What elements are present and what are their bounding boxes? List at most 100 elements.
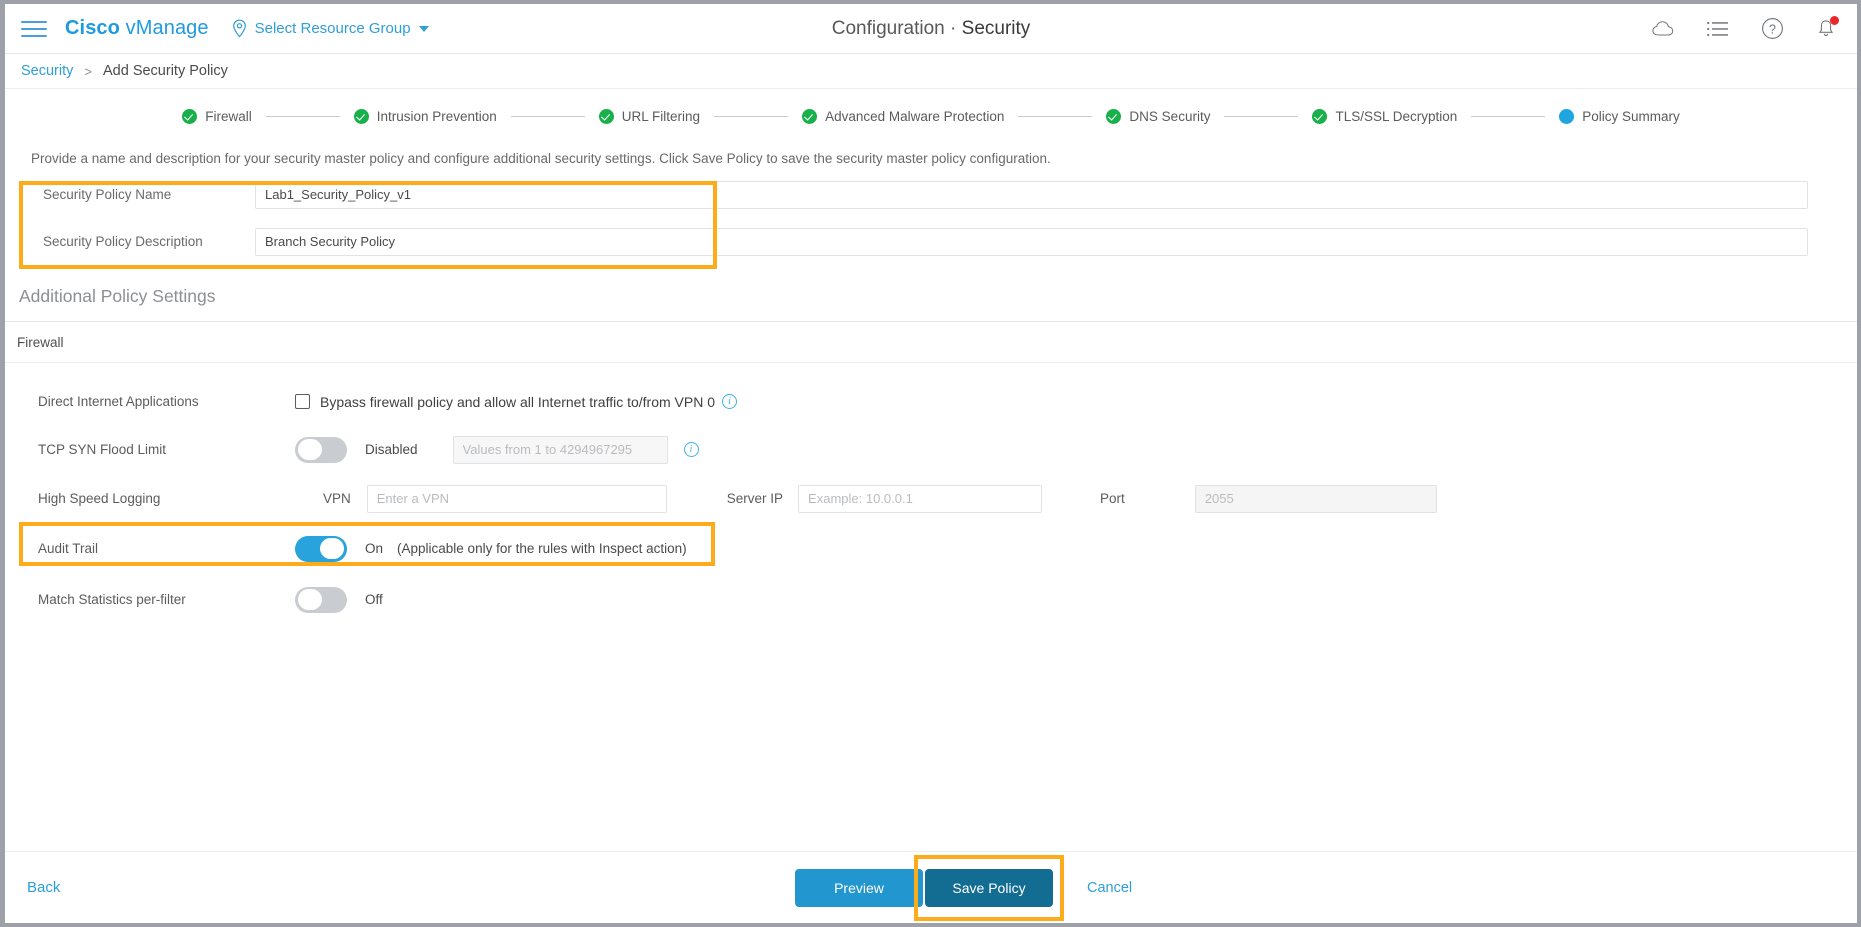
location-pin-icon xyxy=(231,19,248,38)
brand-vmanage-text: vManage xyxy=(125,17,209,39)
step-intrusion-prevention[interactable]: Intrusion Prevention xyxy=(353,108,497,124)
toggle-knob xyxy=(320,538,344,559)
tcp-syn-flood-limit-state: Disabled xyxy=(365,442,418,457)
breadcrumb-link-security[interactable]: Security xyxy=(21,63,73,79)
step-label: Policy Summary xyxy=(1582,108,1680,124)
svg-text:?: ? xyxy=(1769,22,1776,36)
chevron-down-icon xyxy=(418,25,429,32)
list-icon[interactable] xyxy=(1705,16,1731,42)
step-policy-summary[interactable]: Policy Summary xyxy=(1559,108,1680,124)
step-connector xyxy=(1224,115,1299,117)
toggle-knob xyxy=(298,589,322,610)
step-label: Firewall xyxy=(205,108,252,124)
policy-name-input[interactable] xyxy=(255,180,1808,209)
additional-settings-title: Additional Policy Settings xyxy=(19,286,216,306)
notification-bell-icon[interactable] xyxy=(1813,15,1839,42)
step-label: Advanced Malware Protection xyxy=(825,108,1005,124)
cloud-icon[interactable] xyxy=(1651,16,1677,42)
intro-description: Provide a name and description for your … xyxy=(31,151,1051,166)
step-label: TLS/SSL Decryption xyxy=(1335,108,1458,124)
match-statistics-toggle[interactable] xyxy=(295,586,347,613)
step-status-check-icon xyxy=(598,108,614,124)
step-url-filtering[interactable]: URL Filtering xyxy=(598,108,701,124)
info-icon[interactable]: i xyxy=(683,442,699,457)
high-speed-logging-port-label: Port xyxy=(1100,491,1125,506)
step-status-check-icon xyxy=(1312,108,1328,124)
step-status-check-icon xyxy=(1106,108,1122,124)
policy-identity-section: Security Policy Name Security Policy Des… xyxy=(5,176,1857,269)
step-connector xyxy=(1018,115,1093,117)
breadcrumb-separator-icon: > xyxy=(84,63,92,79)
page-title-separator: · xyxy=(950,17,957,39)
tcp-syn-flood-limit-input[interactable] xyxy=(452,435,668,464)
back-link[interactable]: Back xyxy=(27,879,60,896)
toggle-knob xyxy=(298,439,322,460)
direct-internet-applications-row: Direct Internet Applications Bypass fire… xyxy=(5,381,1857,422)
policy-name-label: Security Policy Name xyxy=(43,187,172,202)
footer-buttons: Preview Save Policy Cancel xyxy=(795,852,1132,923)
notification-badge-dot xyxy=(1830,15,1839,25)
help-icon[interactable]: ? xyxy=(1759,16,1785,42)
step-status-check-icon xyxy=(353,108,369,124)
policy-name-row: Security Policy Name xyxy=(5,176,1857,213)
match-statistics-state: Off xyxy=(365,592,383,607)
step-firewall[interactable]: Firewall xyxy=(182,108,252,124)
top-bar-actions: ? xyxy=(1651,15,1839,42)
audit-trail-toggle[interactable] xyxy=(295,535,347,562)
high-speed-logging-server-ip-label: Server IP xyxy=(726,491,784,506)
breadcrumb-current: Add Security Policy xyxy=(102,63,228,79)
tcp-syn-flood-limit-label: TCP SYN Flood Limit xyxy=(38,442,167,457)
resource-group-selector[interactable]: Select Resource Group xyxy=(231,19,429,38)
step-tls-ssl-decryption[interactable]: TLS/SSL Decryption xyxy=(1312,108,1458,124)
audit-trail-label: Audit Trail xyxy=(38,541,99,556)
breadcrumb: Security > Add Security Policy xyxy=(5,54,1857,89)
high-speed-logging-vpn-label: VPN xyxy=(323,491,351,506)
step-status-check-icon xyxy=(182,108,198,124)
step-status-check-icon xyxy=(802,108,818,124)
preview-button[interactable]: Preview xyxy=(795,868,923,907)
bypass-firewall-checkbox[interactable] xyxy=(295,394,310,409)
workflow-stepper: Firewall Intrusion Prevention URL Filter… xyxy=(5,89,1857,139)
page-title-primary: Configuration xyxy=(831,17,945,39)
policy-description-input[interactable] xyxy=(255,227,1808,256)
policy-description-row: Security Policy Description xyxy=(5,223,1857,260)
bypass-firewall-checkbox-label: Bypass firewall policy and allow all Int… xyxy=(320,393,716,410)
firewall-subsection-title: Firewall xyxy=(17,335,64,350)
footer-action-bar: Back Preview Save Policy Cancel xyxy=(5,851,1857,923)
policy-description-label: Security Policy Description xyxy=(43,234,203,249)
save-button-wrapper: Save Policy xyxy=(914,854,1064,921)
high-speed-logging-port-input[interactable] xyxy=(1194,484,1437,513)
save-policy-button[interactable]: Save Policy xyxy=(925,868,1053,907)
brand-logo: Cisco vManage xyxy=(65,17,209,40)
step-connector xyxy=(265,115,340,117)
high-speed-logging-label: High Speed Logging xyxy=(38,491,161,506)
step-dns-security[interactable]: DNS Security xyxy=(1106,108,1210,124)
brand-cisco-text: Cisco xyxy=(65,17,120,39)
step-label: Intrusion Prevention xyxy=(376,108,497,124)
step-advanced-malware-protection[interactable]: Advanced Malware Protection xyxy=(802,108,1005,124)
step-label: URL Filtering xyxy=(621,108,701,124)
top-bar: Cisco vManage Select Resource Group Conf… xyxy=(5,4,1857,54)
tcp-syn-flood-limit-row: TCP SYN Flood Limit Disabled i xyxy=(5,429,1857,470)
resource-group-label: Select Resource Group xyxy=(254,20,411,37)
high-speed-logging-server-ip-input[interactable] xyxy=(798,484,1043,513)
tcp-syn-flood-limit-toggle[interactable] xyxy=(295,436,347,463)
step-connector xyxy=(510,115,585,117)
high-speed-logging-row: High Speed Logging VPN Server IP Port xyxy=(5,478,1857,519)
audit-trail-note: (Applicable only for the rules with Insp… xyxy=(397,541,687,556)
page-title-secondary: Security xyxy=(961,17,1031,39)
hamburger-menu-icon[interactable] xyxy=(21,18,47,40)
info-icon[interactable]: i xyxy=(722,394,738,409)
step-connector xyxy=(714,115,789,117)
firewall-settings-list: Direct Internet Applications Bypass fire… xyxy=(5,363,1857,620)
app-root: Cisco vManage Select Resource Group Conf… xyxy=(5,4,1857,923)
step-status-current-icon xyxy=(1559,108,1575,124)
match-statistics-row: Match Statistics per-filter Off xyxy=(5,579,1857,620)
additional-policy-settings-section: Additional Policy Settings Firewall Dire… xyxy=(5,260,1857,620)
audit-trail-state: On xyxy=(365,541,384,556)
high-speed-logging-vpn-input[interactable] xyxy=(366,484,667,513)
step-connector xyxy=(1471,115,1546,117)
match-statistics-label: Match Statistics per-filter xyxy=(38,592,186,607)
cancel-link[interactable]: Cancel xyxy=(1087,880,1132,896)
audit-trail-row: Audit Trail On (Applicable only for the … xyxy=(5,522,1857,569)
